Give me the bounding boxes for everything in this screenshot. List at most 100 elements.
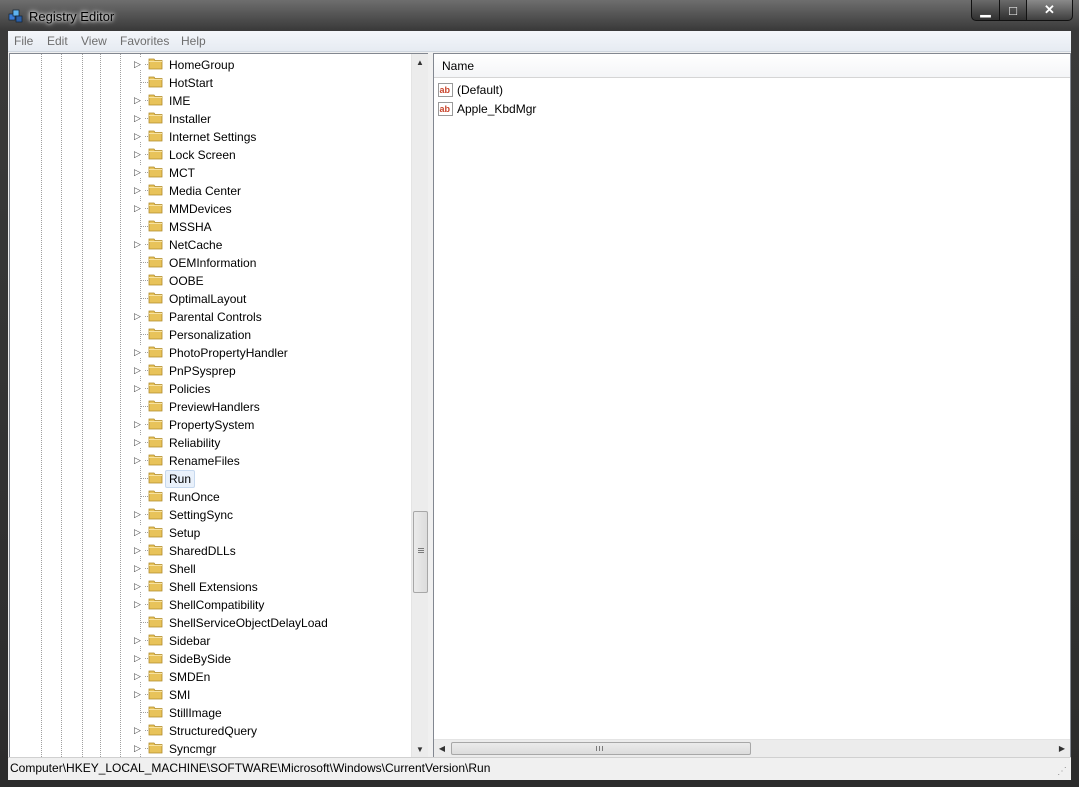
tree-node[interactable]: ▷ Lock Screen: [10, 145, 420, 163]
expand-arrow-icon[interactable]: ▷: [134, 580, 144, 592]
tree-node[interactable]: ▷ Reliability: [10, 433, 420, 451]
tree-node[interactable]: ▷ Setup: [10, 523, 420, 541]
expand-arrow-icon[interactable]: ▷: [134, 688, 144, 700]
expand-arrow-icon[interactable]: ▷: [134, 382, 144, 394]
expand-arrow-icon[interactable]: ▷: [134, 742, 144, 754]
expand-arrow-icon[interactable]: ▷: [134, 148, 144, 160]
scroll-left-arrow-icon[interactable]: ◀: [434, 740, 450, 756]
registry-tree[interactable]: ▷ HomeGroup HotStart ▷ IME ▷ Installer ▷ Interne…: [9, 53, 429, 758]
tree-node[interactable]: ▷ SharedDLLs: [10, 541, 420, 559]
folder-icon: [148, 310, 163, 322]
tree-scroll-thumb[interactable]: [413, 511, 428, 593]
tree-node[interactable]: StillImage: [10, 703, 420, 721]
tree-node[interactable]: ▷ Syncmgr: [10, 739, 420, 757]
tree-node[interactable]: ▷ Policies: [10, 379, 420, 397]
tree-node[interactable]: ▷ PhotoPropertyHandler: [10, 343, 420, 361]
tree-node[interactable]: HotStart: [10, 73, 420, 91]
tree-node[interactable]: ▷ ShellCompatibility: [10, 595, 420, 613]
tree-node[interactable]: ▷ PnPSysprep: [10, 361, 420, 379]
menu-help[interactable]: Help: [181, 34, 206, 48]
column-header-name[interactable]: Name: [442, 59, 474, 73]
tree-node[interactable]: Run: [10, 469, 420, 488]
minimize-button[interactable]: ▁: [971, 0, 1000, 21]
grip-line: [596, 746, 597, 751]
window-frame: Registry Editor ▁ □ ✕ File Edit View Fav…: [0, 0, 1079, 787]
expand-arrow-icon[interactable]: ▷: [134, 652, 144, 664]
menu-file[interactable]: File: [14, 34, 33, 48]
scroll-up-arrow-icon[interactable]: ▲: [412, 54, 428, 70]
tree-node[interactable]: ▷ StructuredQuery: [10, 721, 420, 739]
value-name: Apple_KbdMgr: [457, 102, 537, 116]
expand-arrow-icon[interactable]: ▷: [134, 526, 144, 538]
expand-arrow-icon[interactable]: ▷: [134, 544, 144, 556]
tree-node[interactable]: ▷ SMDEn: [10, 667, 420, 685]
pane-splitter[interactable]: [428, 52, 432, 757]
maximize-button[interactable]: □: [1000, 0, 1027, 21]
tree-node[interactable]: OOBE: [10, 271, 420, 289]
tree-vertical-scrollbar[interactable]: ▲ ▼: [411, 54, 428, 757]
expand-arrow-icon[interactable]: ▷: [134, 58, 144, 70]
tree-node[interactable]: ▷ Internet Settings: [10, 127, 420, 145]
expand-arrow-icon[interactable]: ▷: [134, 436, 144, 448]
tree-node[interactable]: OptimalLayout: [10, 289, 420, 307]
scroll-down-arrow-icon[interactable]: ▼: [412, 741, 428, 757]
expand-arrow-icon[interactable]: ▷: [134, 634, 144, 646]
menu-edit[interactable]: Edit: [47, 34, 68, 48]
tree-node[interactable]: ▷ RenameFiles: [10, 451, 420, 469]
tree-node[interactable]: ▷ MCT: [10, 163, 420, 181]
tree-node[interactable]: ▷ PropertySystem: [10, 415, 420, 433]
tree-node[interactable]: ▷ SettingSync: [10, 505, 420, 523]
expand-arrow-icon[interactable]: ▷: [134, 310, 144, 322]
tree-node[interactable]: OEMInformation: [10, 253, 420, 271]
tree-node[interactable]: ▷ SMI: [10, 685, 420, 703]
tree-node[interactable]: ▷ IME: [10, 91, 420, 109]
title-bar[interactable]: Registry Editor ▁ □ ✕: [0, 0, 1079, 32]
tree-node[interactable]: ▷ Parental Controls: [10, 307, 420, 325]
tree-node[interactable]: ▷ Media Center: [10, 181, 420, 199]
tree-node-label: Internet Settings: [169, 130, 257, 144]
tree-node[interactable]: ▷ HomeGroup: [10, 55, 420, 73]
expand-arrow-icon[interactable]: ▷: [134, 364, 144, 376]
tree-node[interactable]: ▷ Installer: [10, 109, 420, 127]
tree-node[interactable]: ShellServiceObjectDelayLoad: [10, 613, 420, 631]
folder-icon: [148, 166, 163, 178]
values-list[interactable]: Name ab (Default) ab Apple_KbdMgr ◀ ▶: [433, 53, 1071, 758]
expand-arrow-icon[interactable]: ▷: [134, 670, 144, 682]
tree-node[interactable]: ▷ Shell: [10, 559, 420, 577]
tree-node[interactable]: ▷ MMDevices: [10, 199, 420, 217]
folder-icon: [148, 526, 163, 538]
tree-node[interactable]: ▷ NetCache: [10, 235, 420, 253]
size-grip-icon[interactable]: ⋰: [1057, 766, 1069, 778]
expand-arrow-icon[interactable]: ▷: [134, 508, 144, 520]
expand-arrow-icon[interactable]: ▷: [134, 166, 144, 178]
expand-arrow-icon[interactable]: ▷: [134, 130, 144, 142]
expand-arrow-icon[interactable]: ▷: [134, 184, 144, 196]
folder-icon: [148, 670, 163, 682]
tree-node[interactable]: Personalization: [10, 325, 420, 343]
tree-node[interactable]: ▷ Shell Extensions: [10, 577, 420, 595]
expand-arrow-icon[interactable]: ▷: [134, 598, 144, 610]
close-button[interactable]: ✕: [1027, 0, 1073, 21]
expand-arrow-icon[interactable]: ▷: [134, 202, 144, 214]
value-row[interactable]: ab (Default): [438, 81, 738, 99]
menu-favorites[interactable]: Favorites: [120, 34, 169, 48]
tree-node[interactable]: ▷ Sidebar: [10, 631, 420, 649]
menu-view[interactable]: View: [81, 34, 107, 48]
tree-node[interactable]: PreviewHandlers: [10, 397, 420, 415]
expand-arrow-icon[interactable]: ▷: [134, 238, 144, 250]
tree-node[interactable]: ▷ SideBySide: [10, 649, 420, 667]
expand-arrow-icon[interactable]: ▷: [134, 112, 144, 124]
expand-arrow-icon[interactable]: ▷: [134, 562, 144, 574]
expand-arrow-icon[interactable]: ▷: [134, 724, 144, 736]
expand-arrow-icon[interactable]: ▷: [134, 346, 144, 358]
expand-arrow-icon[interactable]: ▷: [134, 454, 144, 466]
value-row[interactable]: ab Apple_KbdMgr: [438, 100, 738, 118]
scroll-right-arrow-icon[interactable]: ▶: [1054, 740, 1070, 756]
list-horizontal-scrollbar[interactable]: ◀ ▶: [434, 739, 1070, 757]
tree-node[interactable]: MSSHA: [10, 217, 420, 235]
expand-arrow-icon[interactable]: ▷: [134, 418, 144, 430]
list-scroll-thumb[interactable]: [451, 742, 751, 755]
tree-connector-line: [140, 262, 148, 263]
expand-arrow-icon[interactable]: ▷: [134, 94, 144, 106]
tree-node[interactable]: RunOnce: [10, 487, 420, 505]
